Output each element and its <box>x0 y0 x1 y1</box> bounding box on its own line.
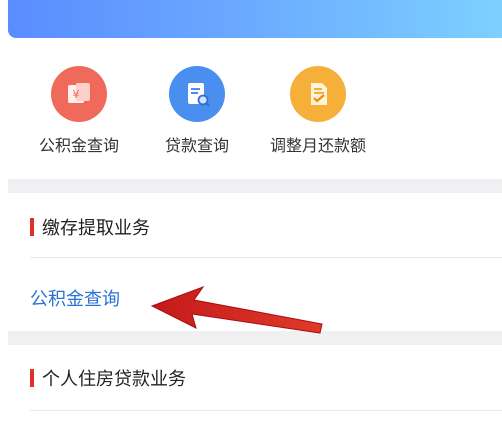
pointer-arrow-annotation <box>150 285 323 334</box>
